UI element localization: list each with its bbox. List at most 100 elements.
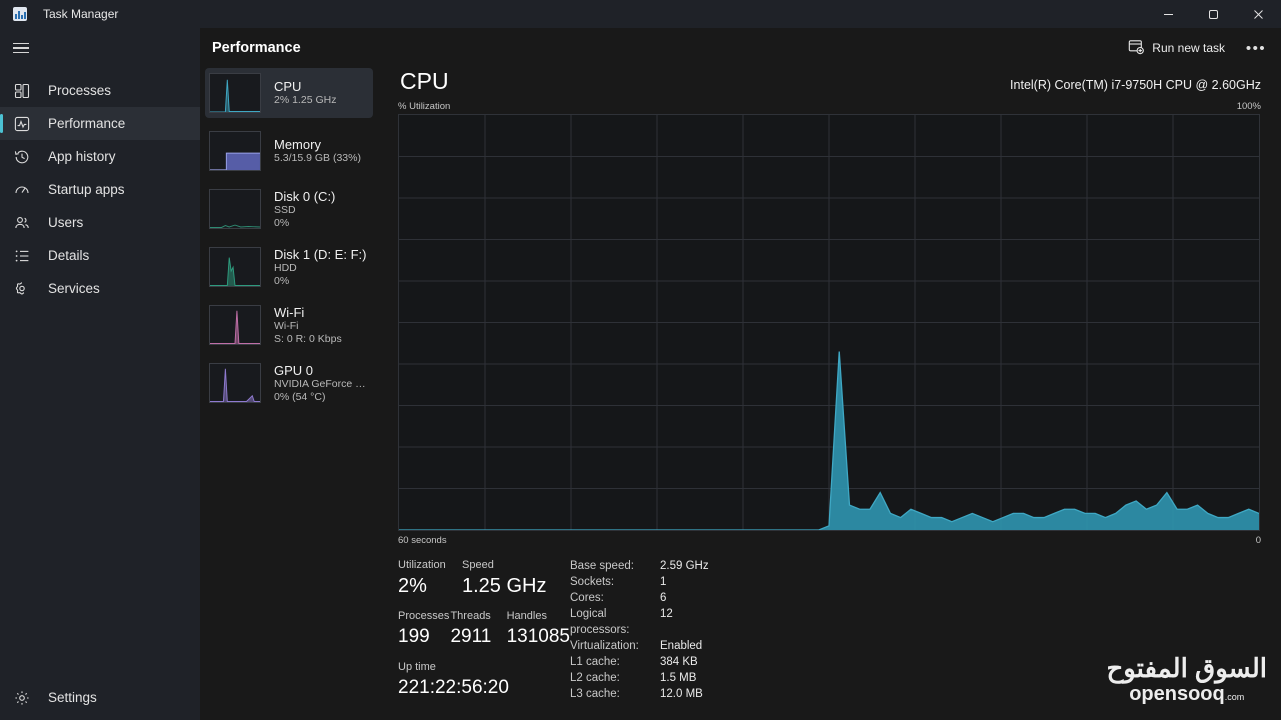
sidebar-item-label: Services <box>48 281 100 296</box>
cpu-spec-value: 1 <box>660 576 667 588</box>
services-icon <box>13 280 30 297</box>
cpu-spec-row: L3 cache: 12.0 MB <box>570 686 709 702</box>
resource-thumbnail-chart <box>209 73 261 113</box>
sidebar-item-label: App history <box>48 149 116 164</box>
resource-card-wi-fi[interactable]: Wi-Fi Wi-Fi S: 0 R: 0 Kbps <box>205 300 373 350</box>
stat-speed: Speed 1.25 GHz <box>462 558 546 599</box>
maximize-button[interactable] <box>1191 0 1236 28</box>
resource-thumbnail-chart <box>209 363 261 403</box>
resource-info: Disk 0 (C:) SSD 0% <box>274 189 335 230</box>
run-new-task-button[interactable]: Run new task <box>1118 34 1235 62</box>
sidebar-item-processes[interactable]: Processes <box>0 74 200 107</box>
cpu-utilization-chart[interactable] <box>398 114 1260 531</box>
stat-threads: Threads 2911 <box>450 609 506 650</box>
cpu-stats-primary: Utilization 2% Speed 1.25 GHz Processes … <box>398 558 570 702</box>
resource-name: Wi-Fi <box>274 304 305 320</box>
resource-card-disk-0-c-[interactable]: Disk 0 (C:) SSD 0% <box>205 184 373 234</box>
resource-card-gpu-0[interactable]: GPU 0NVIDIA GeForce RTX...0% (54 °C) <box>205 358 373 408</box>
users-icon <box>13 214 30 231</box>
resource-subtitle-1: NVIDIA GeForce RTX... <box>274 377 373 390</box>
sidebar-item-settings-label: Settings <box>48 690 97 705</box>
hamburger-icon[interactable] <box>0 28 200 68</box>
sidebar-item-services[interactable]: Services <box>0 272 200 305</box>
stat-processes: Processes 199 <box>398 609 450 650</box>
resource-thumbnail-chart <box>209 189 261 229</box>
sidebar: Processes Performance App history Startup a… <box>0 28 200 720</box>
minimize-button[interactable] <box>1146 0 1191 28</box>
page-title: Performance <box>212 40 301 56</box>
resource-subtitle-2: 0% (54 °C) <box>274 390 326 403</box>
y-axis-max-label: 100% <box>1236 101 1261 112</box>
resource-info: Disk 1 (D: E: F:) HDD 0% <box>274 247 366 288</box>
sidebar-item-users[interactable]: Users <box>0 206 200 239</box>
task-manager-icon <box>13 7 27 21</box>
sidebar-item-startup-apps[interactable]: Startup apps <box>0 173 200 206</box>
resource-name: CPU <box>274 79 302 94</box>
resource-subtitle-1: SSD <box>274 203 296 216</box>
stat-handles: Handles 131085 <box>507 609 570 650</box>
sidebar-item-settings[interactable]: Settings <box>0 681 200 714</box>
performance-icon <box>13 115 30 132</box>
x-axis-right-label: 0 <box>1255 535 1261 546</box>
sidebar-item-label: Processes <box>48 83 112 98</box>
resource-card-disk-1-d-e-f-[interactable]: Disk 1 (D: E: F:) HDD 0% <box>205 242 373 292</box>
resource-card-memory[interactable]: Memory 5.3/15.9 GB (33%) <box>205 126 373 176</box>
stat-handles-value: 131085 <box>506 626 570 647</box>
sidebar-nav: Processes Performance App history Startup a… <box>0 74 200 305</box>
resource-name: GPU 0 <box>274 362 314 378</box>
cpu-spec-value: 12 <box>660 608 673 620</box>
resource-card-cpu[interactable]: CPU 2% 1.25 GHz <box>205 68 373 118</box>
resource-subtitle-1: HDD <box>274 261 297 274</box>
resource-subtitle-1: Wi-Fi <box>274 319 299 332</box>
sidebar-item-label: Performance <box>48 116 126 131</box>
stat-speed-label: Speed <box>462 559 494 571</box>
stat-utilization: Utilization 2% <box>398 558 462 599</box>
cpu-spec-key: Virtualization: <box>570 640 639 652</box>
cpu-spec-key: Cores: <box>570 592 604 604</box>
resource-thumbnail-chart <box>209 247 261 287</box>
resource-subtitle-2: 0% <box>274 274 290 287</box>
cpu-spec-row: Virtualization: Enabled <box>570 638 709 654</box>
resource-subtitle-1: 2% 1.25 GHz <box>274 94 337 106</box>
chart-bottom-axis: 60 seconds 0 <box>380 535 1281 546</box>
resource-name: Disk 0 (C:) <box>274 188 336 204</box>
gear-icon <box>13 689 30 706</box>
cpu-specs-list: Base speed: 2.59 GHz Sockets: 1 Cores: 6 Logic… <box>570 558 709 702</box>
cpu-spec-row: Base speed: 2.59 GHz <box>570 558 709 574</box>
sidebar-item-label: Startup apps <box>48 182 125 197</box>
cpu-spec-value: 12.0 MB <box>660 688 703 700</box>
detail-title: CPU <box>400 68 449 94</box>
startup-icon <box>13 181 30 198</box>
sidebar-item-performance[interactable]: Performance <box>0 107 200 140</box>
resource-subtitle-2: 0% <box>274 216 290 229</box>
cpu-spec-value: 2.59 GHz <box>660 560 709 572</box>
cpu-spec-value: 1.5 MB <box>660 672 697 684</box>
cpu-spec-row: Sockets: 1 <box>570 574 709 590</box>
cpu-spec-key: L1 cache: <box>570 656 620 668</box>
cpu-model-label: Intel(R) Core(TM) i7-9750H CPU @ 2.60GHz <box>1010 78 1261 92</box>
more-options-button[interactable]: ••• <box>1239 34 1273 62</box>
cpu-spec-key: Logical processors: <box>570 608 630 636</box>
cpu-spec-value: 384 KB <box>660 656 698 668</box>
run-new-task-label: Run new task <box>1152 41 1225 55</box>
sidebar-item-app-history[interactable]: App history <box>0 140 200 173</box>
close-button[interactable] <box>1236 0 1281 28</box>
cpu-spec-value: 6 <box>660 592 667 604</box>
stat-processes-value: 199 <box>398 626 430 647</box>
stat-uptime-label: Up time <box>398 661 436 673</box>
cpu-spec-key: L2 cache: <box>570 672 620 684</box>
details-icon <box>13 247 30 264</box>
detail-header: CPU Intel(R) Core(TM) i7-9750H CPU @ 2.6… <box>380 68 1281 95</box>
page-header: Performance Run new task ••• <box>200 28 1281 68</box>
cpu-spec-row: L2 cache: 1.5 MB <box>570 670 709 686</box>
run-new-task-icon <box>1128 39 1145 58</box>
sidebar-item-details[interactable]: Details <box>0 239 200 272</box>
resource-info: Wi-Fi Wi-Fi S: 0 R: 0 Kbps <box>274 305 342 346</box>
cpu-detail-pane: CPU Intel(R) Core(TM) i7-9750H CPU @ 2.6… <box>380 68 1281 720</box>
resource-name: Memory <box>274 137 321 152</box>
resource-list: CPU 2% 1.25 GHz Memory 5.3/15.9 GB (33%) Dis… <box>205 68 373 720</box>
stat-processes-label: Processes <box>398 610 450 622</box>
stat-uptime-value: 221:22:56:20 <box>398 677 509 698</box>
sidebar-item-label: Details <box>48 248 90 263</box>
stat-row-primary: Utilization 2% Speed 1.25 GHz <box>398 558 570 599</box>
